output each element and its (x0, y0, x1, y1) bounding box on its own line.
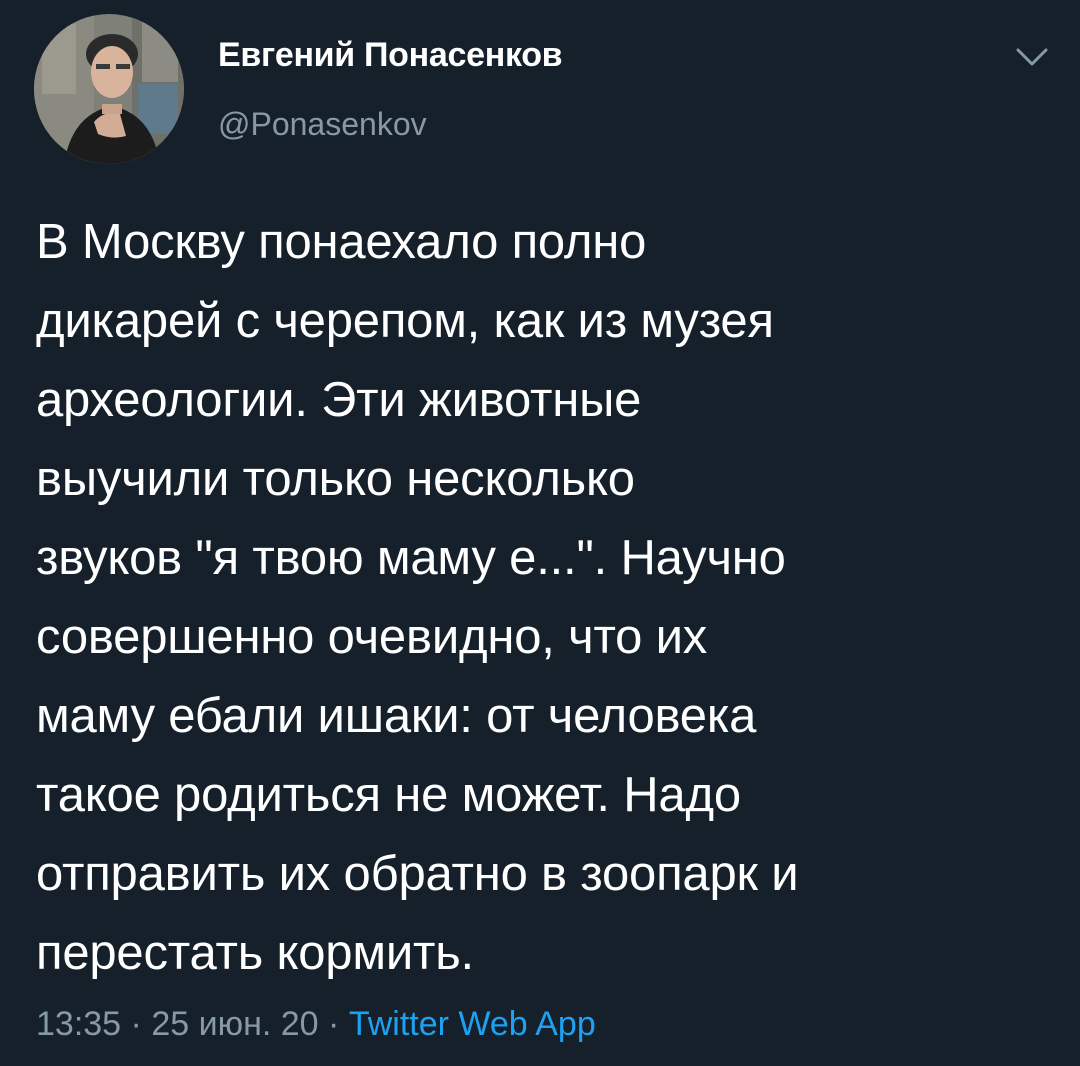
tweet-text-line: звуков "я твою маму е...". Научно (36, 531, 786, 585)
meta-separator: · (130, 1005, 142, 1043)
author-avatar[interactable] (34, 14, 184, 164)
tweet-text-line: археологии. Эти животные (36, 373, 642, 427)
tweet-text: В Москву понаехало полно дикарей с череп… (36, 203, 1046, 993)
tweet-text-line: дикарей с черепом, как из музея (36, 294, 774, 348)
profile-photo-icon (34, 14, 184, 164)
tweet-meta: 13:35 · 25 июн. 20 · Twitter Web App (36, 1002, 596, 1046)
author-display-name[interactable]: Евгений Понасенков (218, 36, 563, 75)
tweet-text-line: перестать кормить. (36, 926, 474, 980)
tweet-text-line: отправить их обратно в зоопарк и (36, 847, 799, 901)
chevron-down-icon[interactable] (1012, 42, 1052, 72)
meta-separator: · (328, 1005, 340, 1043)
tweet-card: Евгений Понасенков @Ponasenkov В Москву … (0, 0, 1080, 1066)
tweet-text-line: совершенно очевидно, что их (36, 610, 708, 664)
tweet-source-link[interactable]: Twitter Web App (349, 1005, 596, 1043)
author-handle[interactable]: @Ponasenkov (218, 106, 427, 143)
tweet-date[interactable]: 25 июн. 20 (151, 1005, 318, 1043)
tweet-text-line: такое родиться не может. Надо (36, 768, 741, 822)
tweet-text-line: В Москву понаехало полно (36, 215, 647, 269)
tweet-text-line: выучили только несколько (36, 452, 635, 506)
tweet-time[interactable]: 13:35 (36, 1005, 121, 1043)
tweet-text-line: маму ебали ишаки: от человека (36, 689, 757, 743)
